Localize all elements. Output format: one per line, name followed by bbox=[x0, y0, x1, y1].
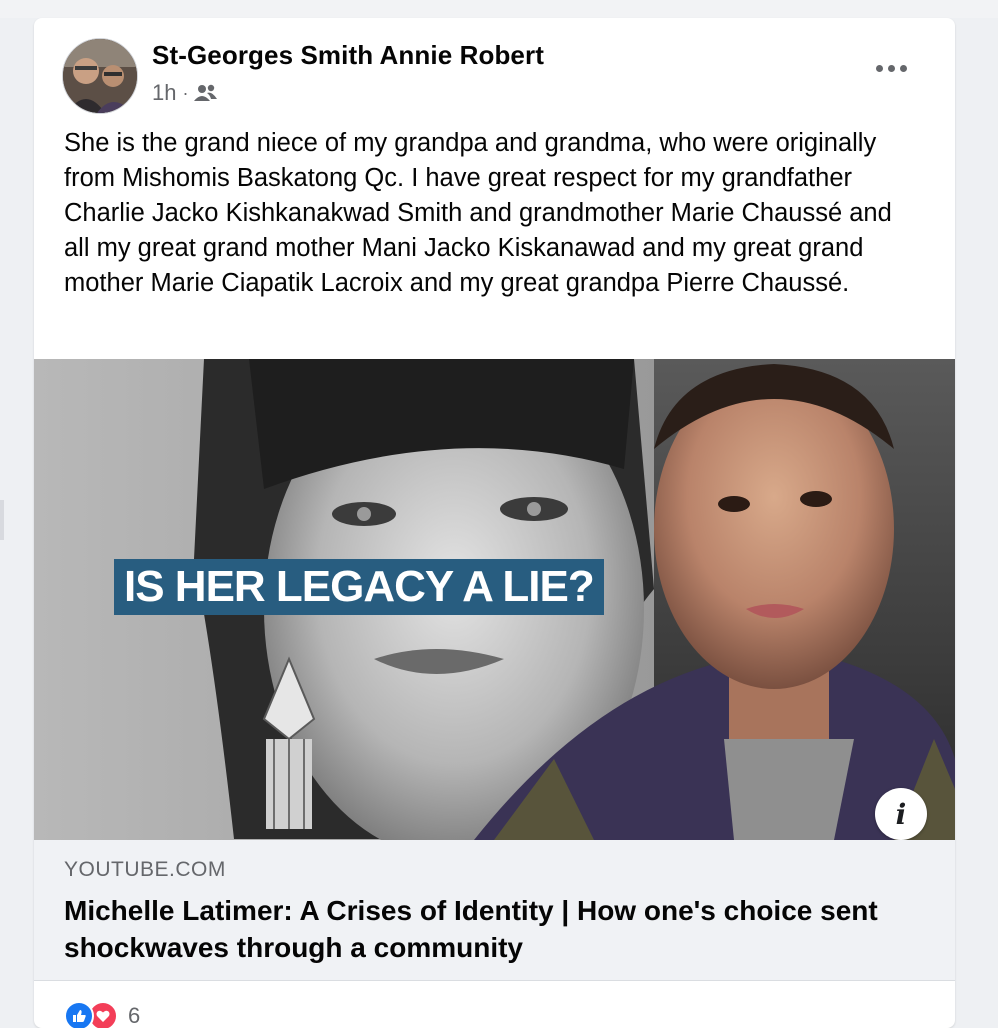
link-preview-meta[interactable]: YOUTUBE.COM Michelle Latimer: A Crises o… bbox=[34, 840, 955, 981]
author-name[interactable]: St-Georges Smith Annie Robert bbox=[152, 40, 544, 71]
post-card: St-Georges Smith Annie Robert 1h · She i… bbox=[34, 18, 955, 1028]
post-time[interactable]: 1h bbox=[152, 80, 176, 106]
info-icon[interactable]: i bbox=[875, 788, 927, 840]
post-meta: 1h · bbox=[152, 80, 218, 106]
avatar[interactable] bbox=[62, 38, 138, 114]
thumbnail-title: IS HER LEGACY A LIE? bbox=[114, 559, 604, 615]
more-dot bbox=[875, 64, 883, 72]
scroll-edge bbox=[0, 500, 4, 540]
top-strip bbox=[0, 0, 998, 18]
meta-separator: · bbox=[182, 82, 189, 103]
link-domain: YOUTUBE.COM bbox=[64, 858, 226, 881]
avatar-photo bbox=[63, 39, 137, 113]
more-options-icon[interactable] bbox=[871, 54, 911, 82]
post-text: She is the grand niece of my grandpa and… bbox=[64, 129, 892, 297]
friends-icon bbox=[194, 84, 218, 101]
more-dot bbox=[887, 64, 895, 72]
link-thumbnail[interactable]: IS HER LEGACY A LIE? i bbox=[34, 359, 955, 840]
post-header: St-Georges Smith Annie Robert 1h · bbox=[34, 18, 955, 118]
link-title[interactable]: Michelle Latimer: A Crises of Identity |… bbox=[64, 892, 924, 966]
more-dot bbox=[899, 64, 907, 72]
reaction-count[interactable]: 6 bbox=[128, 1003, 140, 1028]
